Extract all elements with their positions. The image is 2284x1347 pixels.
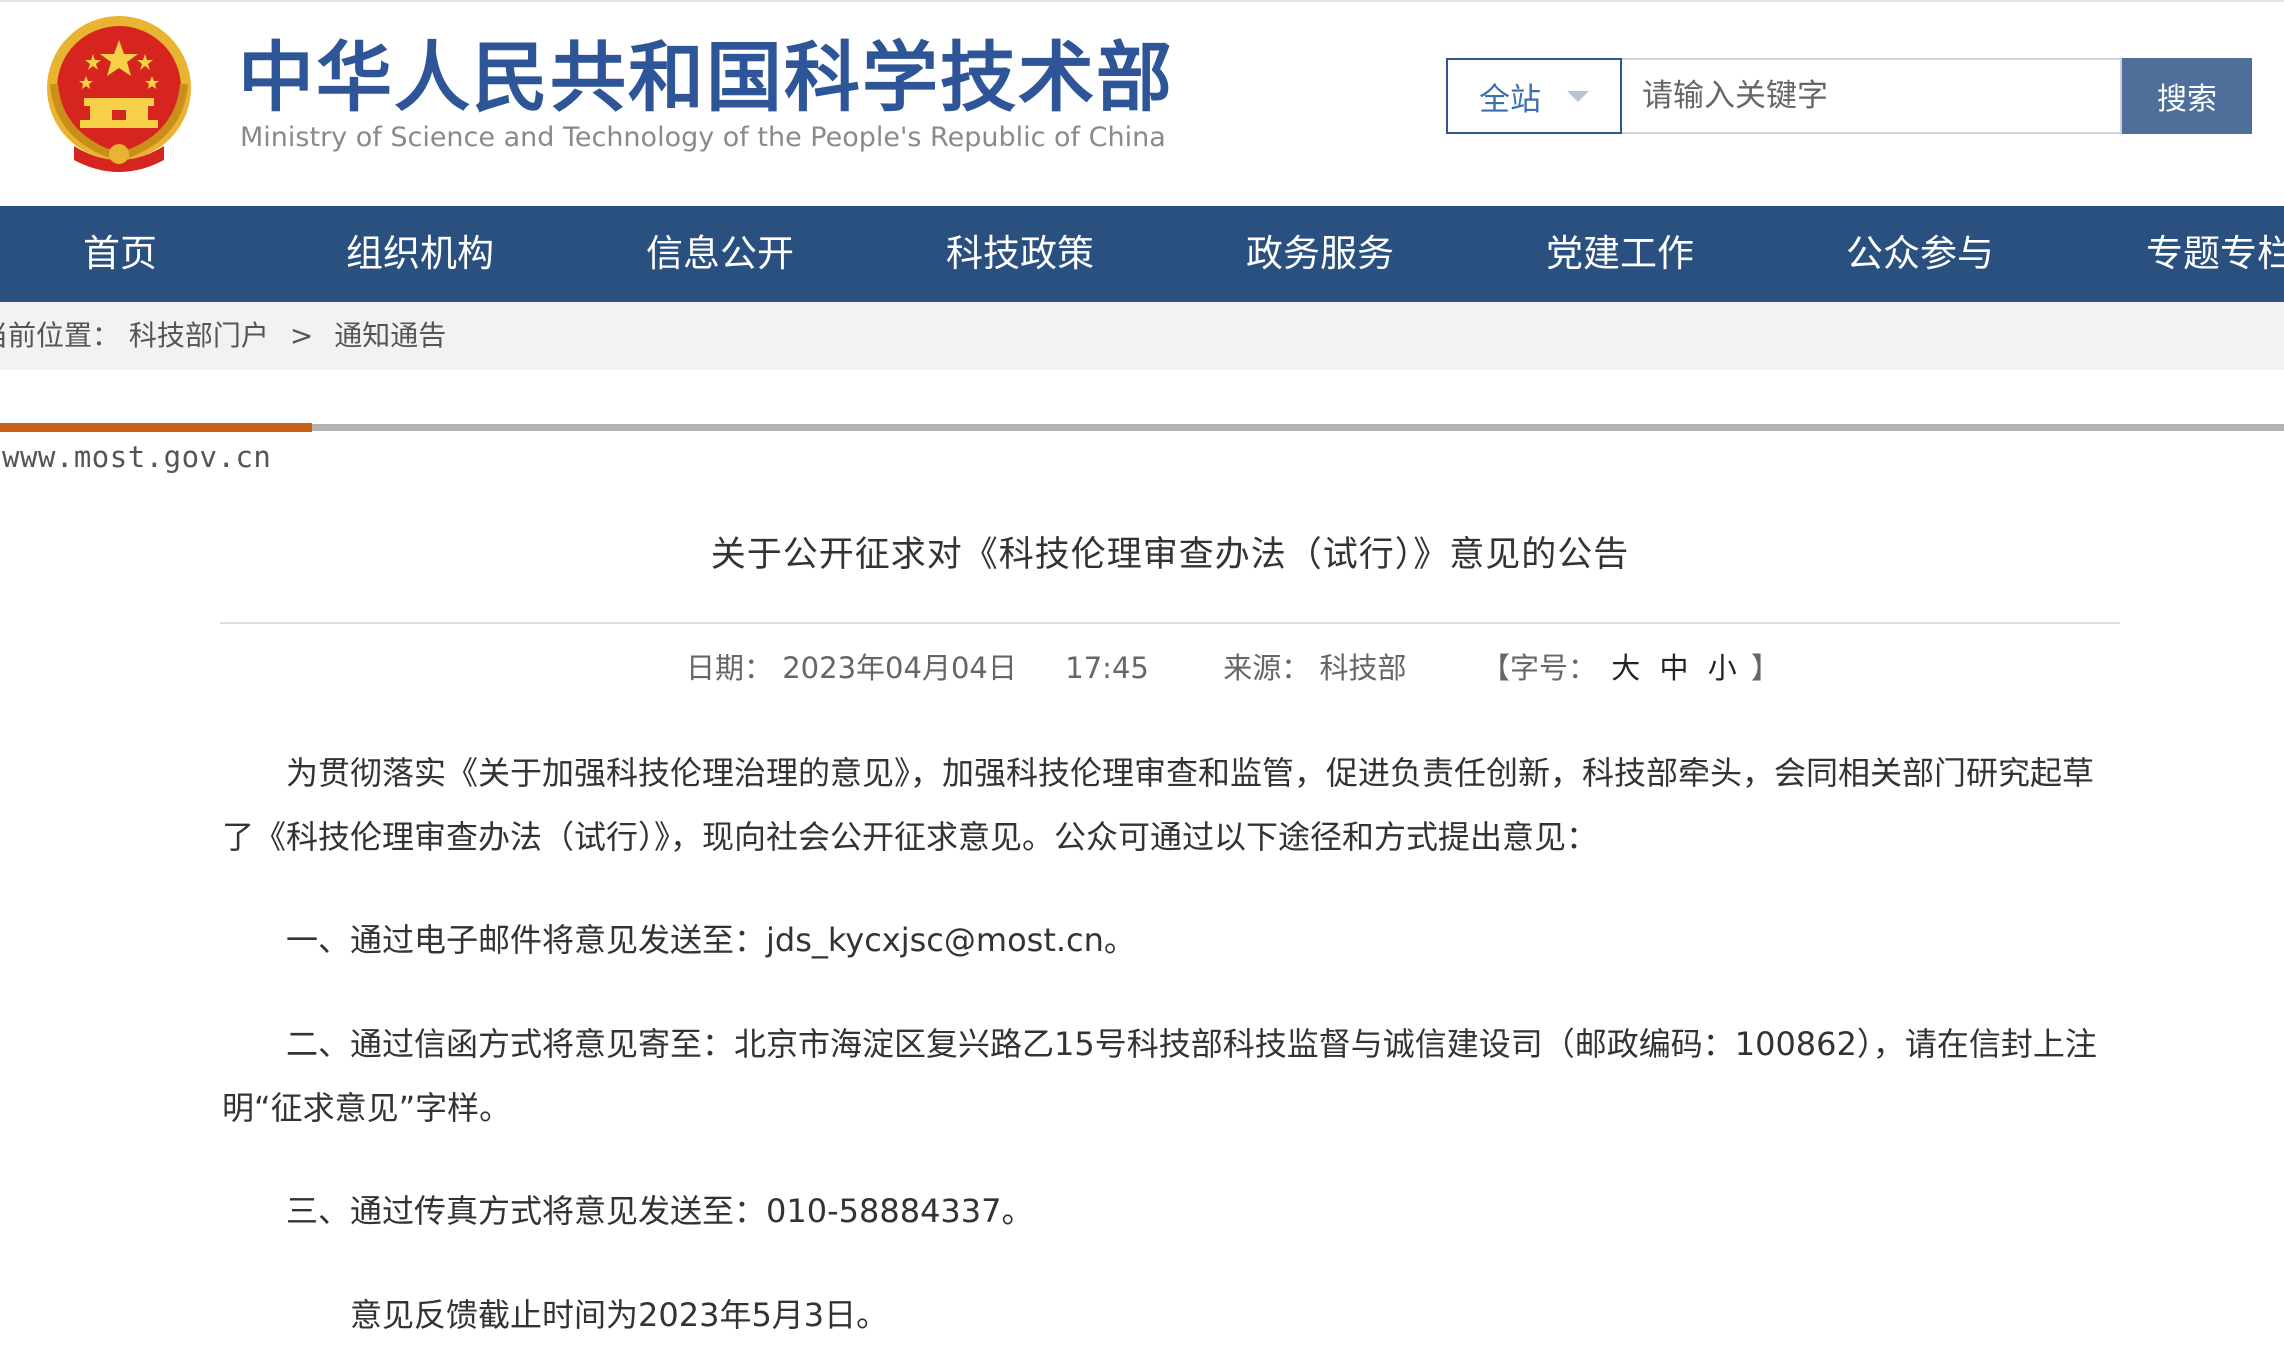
breadcrumb: 当前位置： 科技部门户 > 通知通告 (0, 302, 2284, 370)
title-divider (220, 622, 2120, 624)
paragraph-text: 三、通过传真方式将意见发送至：010-58884337。 (286, 1192, 1034, 1230)
site-domain: www.most.gov.cn (2, 440, 272, 474)
site-subtitle: Ministry of Science and Technology of th… (240, 122, 1166, 153)
nav-item-topics[interactable]: 专题专栏 (2110, 206, 2284, 302)
breadcrumb-separator: > (289, 319, 314, 352)
nav-item-policy[interactable]: 科技政策 (910, 206, 1130, 302)
article-paragraph-mail: 二、通过信函方式将意见寄至：北京市海淀区复兴路乙15号科技部科技监督与诚信建设司… (222, 1012, 2122, 1140)
paragraph-text: 一、通过电子邮件将意见发送至：jds_kycxjsc@most.cn。 (286, 921, 1136, 959)
font-size-medium-button[interactable]: 中 (1659, 648, 1688, 688)
site-header: 中华人民共和国科学技术部 Ministry of Science and Tec… (0, 0, 2284, 206)
nav-item-public[interactable]: 公众参与 (1810, 206, 2030, 302)
nav-item-party[interactable]: 党建工作 (1510, 206, 1730, 302)
font-size-label: 【字号： (1480, 651, 1597, 685)
publish-date: 2023年04月04日 (782, 651, 1017, 685)
search-scope-label: 全站 (1479, 81, 1541, 118)
paragraph-text: 意见反馈截止时间为2023年5月3日。 (350, 1296, 889, 1334)
nav-item-organization[interactable]: 组织机构 (310, 206, 530, 302)
date-label: 日期： (686, 651, 774, 685)
search-button[interactable]: 搜索 (2122, 58, 2252, 134)
font-size-close: 】 (1750, 651, 1780, 685)
source-label: 来源： (1223, 651, 1311, 685)
nav-item-home[interactable]: 首页 (10, 206, 230, 302)
breadcrumb-item-portal[interactable]: 科技部门户 (129, 302, 269, 370)
article-title: 关于公开征求对《科技伦理审查办法（试行）》意见的公告 (710, 535, 1630, 575)
search-input[interactable] (1622, 58, 2122, 134)
publish-time: 17:45 (1065, 651, 1149, 685)
article-paragraph-fax: 三、通过传真方式将意见发送至：010-58884337。 (222, 1179, 2122, 1243)
paragraph-text: 二、通过信函方式将意见寄至：北京市海淀区复兴路乙15号科技部科技监督与诚信建设司… (222, 1025, 2097, 1127)
font-size-large-button[interactable]: 大 (1611, 648, 1640, 688)
chevron-down-icon (1567, 90, 1589, 102)
site-title[interactable]: 中华人民共和国科学技术部 (238, 32, 1174, 124)
search-bar: 全站 搜索 (1446, 58, 2252, 134)
gray-divider (312, 424, 2284, 431)
font-size-small-button[interactable]: 小 (1708, 648, 1737, 688)
accent-divider (0, 423, 312, 432)
nav-item-info-disclosure[interactable]: 信息公开 (610, 206, 830, 302)
breadcrumb-item-notices[interactable]: 通知通告 (334, 302, 446, 370)
breadcrumb-prefix: 当前位置： (0, 319, 121, 352)
article-meta: 日期： 2023年04月04日 17:45 来源： 科技部 【字号： 大 中 小… (686, 648, 1780, 688)
source-value: 科技部 (1319, 651, 1407, 685)
paragraph-text: 为贯彻落实《关于加强科技伦理治理的意见》，加强科技伦理审查和监管，促进负责任创新… (222, 754, 2095, 856)
main-nav: 首页 组织机构 信息公开 科技政策 政务服务 党建工作 公众参与 专题专栏 (0, 206, 2284, 302)
article-paragraph-deadline: 意见反馈截止时间为2023年5月3日。 (222, 1283, 2122, 1347)
article-paragraph-email: 一、通过电子邮件将意见发送至：jds_kycxjsc@most.cn。 (222, 908, 2122, 972)
article-paragraph-intro: 为贯彻落实《关于加强科技伦理治理的意见》，加强科技伦理审查和监管，促进负责任创新… (222, 741, 2122, 869)
search-scope-select[interactable]: 全站 (1446, 58, 1622, 134)
national-emblem-icon[interactable] (40, 14, 198, 176)
nav-item-services[interactable]: 政务服务 (1210, 206, 1430, 302)
